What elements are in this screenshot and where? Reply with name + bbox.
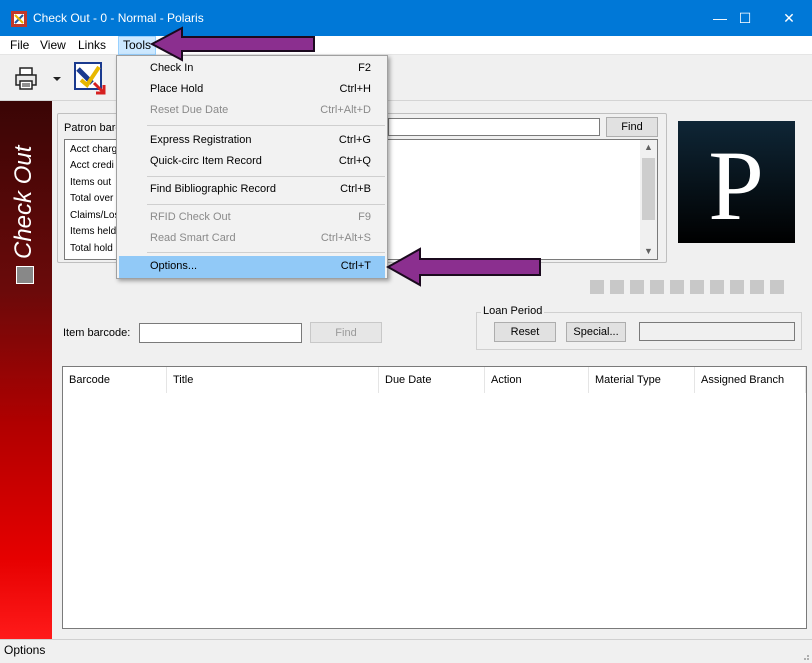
checkout-tool-icon[interactable] — [74, 61, 106, 95]
annotation-arrow-tools — [150, 26, 315, 62]
column-action[interactable]: Action — [485, 367, 589, 393]
info-items-held: Items held — [70, 226, 117, 237]
sidebar-vertical-label: Check Out — [10, 144, 37, 259]
menu-item-options[interactable]: Options... Ctrl+T — [119, 256, 385, 278]
checkout-items-grid[interactable]: Barcode Title Due Date Action Material T… — [62, 366, 807, 629]
info-acct-credits: Acct credi — [70, 160, 114, 171]
column-title[interactable]: Title — [167, 367, 379, 393]
polaris-app-icon — [11, 11, 27, 27]
item-barcode-label: Item barcode: — [63, 327, 131, 339]
column-assigned-branch[interactable]: Assigned Branch — [695, 367, 806, 393]
scroll-thumb[interactable] — [642, 158, 655, 220]
sidebar-title-text: Check Out — [10, 144, 37, 259]
status-icon-9 — [750, 280, 764, 294]
status-icon-4 — [650, 280, 664, 294]
patron-info-scrollbar[interactable]: ▲ ▼ — [640, 140, 657, 259]
menu-item-rfid-check-out[interactable]: RFID Check Out F9 — [119, 207, 385, 229]
resize-grip-icon[interactable] — [800, 651, 810, 661]
info-items-out: Items out — [70, 177, 112, 188]
menu-item-place-hold[interactable]: Place Hold Ctrl+H — [119, 79, 385, 101]
menu-item-express-registration[interactable]: Express Registration Ctrl+G — [119, 130, 385, 152]
status-bar: Options — [0, 639, 812, 663]
status-icon-3 — [630, 280, 644, 294]
loan-special-button[interactable]: Special... — [566, 322, 626, 342]
column-material-type[interactable]: Material Type — [589, 367, 695, 393]
info-claims-lost: Claims/Los — [70, 210, 120, 221]
logo-letter: P — [708, 130, 764, 241]
status-icon-8 — [730, 280, 744, 294]
menu-separator — [147, 252, 385, 253]
scroll-up-icon[interactable]: ▲ — [640, 142, 657, 152]
menu-item-find-bib-record[interactable]: Find Bibliographic Record Ctrl+B — [119, 179, 385, 201]
window-title: Check Out - 0 - Normal - Polaris — [33, 11, 204, 25]
status-icon-5 — [670, 280, 684, 294]
maximize-button[interactable]: ☐ — [722, 0, 768, 36]
menu-item-reset-due-date[interactable]: Reset Due Date Ctrl+Alt+D — [119, 100, 385, 122]
polaris-logo: P — [678, 121, 795, 243]
patron-barcode-input[interactable] — [388, 118, 600, 136]
patron-barcode-label: Patron barc — [64, 122, 121, 134]
sidebar-checkout-icon[interactable] — [16, 266, 34, 284]
annotation-arrow-options — [386, 247, 541, 287]
menu-item-read-smart-card[interactable]: Read Smart Card Ctrl+Alt+S — [119, 228, 385, 250]
status-icon-2 — [610, 280, 624, 294]
checkout-sidebar: Check Out — [0, 101, 52, 639]
close-button[interactable]: ✕ — [766, 0, 812, 36]
info-acct-charges: Acct charg — [70, 144, 118, 155]
scroll-down-icon[interactable]: ▼ — [640, 246, 657, 256]
item-find-button[interactable]: Find — [310, 322, 382, 343]
tools-menu: Check In F2 Place Hold Ctrl+H Reset Due … — [116, 55, 388, 279]
print-dropdown-icon[interactable] — [52, 75, 62, 83]
edit-note-icon — [770, 280, 784, 294]
status-icon-6 — [690, 280, 704, 294]
info-total-holds: Total hold — [70, 243, 113, 254]
patron-status-icons — [590, 280, 790, 296]
menu-item-quick-circ[interactable]: Quick-circ Item Record Ctrl+Q — [119, 151, 385, 173]
item-barcode-input[interactable] — [139, 323, 302, 343]
loan-reset-button[interactable]: Reset — [494, 322, 556, 342]
loan-period-label: Loan Period — [481, 305, 545, 317]
column-due-date[interactable]: Due Date — [379, 367, 485, 393]
status-text: Options — [4, 643, 46, 657]
status-icon-7 — [710, 280, 724, 294]
menu-view[interactable]: View — [36, 36, 70, 55]
info-total-overdue: Total over — [70, 193, 114, 204]
menu-file[interactable]: File — [6, 36, 33, 55]
menu-separator — [147, 176, 385, 177]
column-barcode[interactable]: Barcode — [63, 367, 167, 393]
loan-period-field — [639, 322, 795, 341]
menu-bar: File View Links Tools — [0, 36, 812, 55]
status-icon-1 — [590, 280, 604, 294]
menu-separator — [147, 125, 385, 126]
print-icon[interactable] — [14, 67, 44, 91]
menu-links[interactable]: Links — [74, 36, 110, 55]
menu-separator — [147, 204, 385, 205]
patron-find-button[interactable]: Find — [606, 117, 658, 137]
title-bar: Check Out - 0 - Normal - Polaris — ☐ ✕ — [0, 0, 812, 36]
